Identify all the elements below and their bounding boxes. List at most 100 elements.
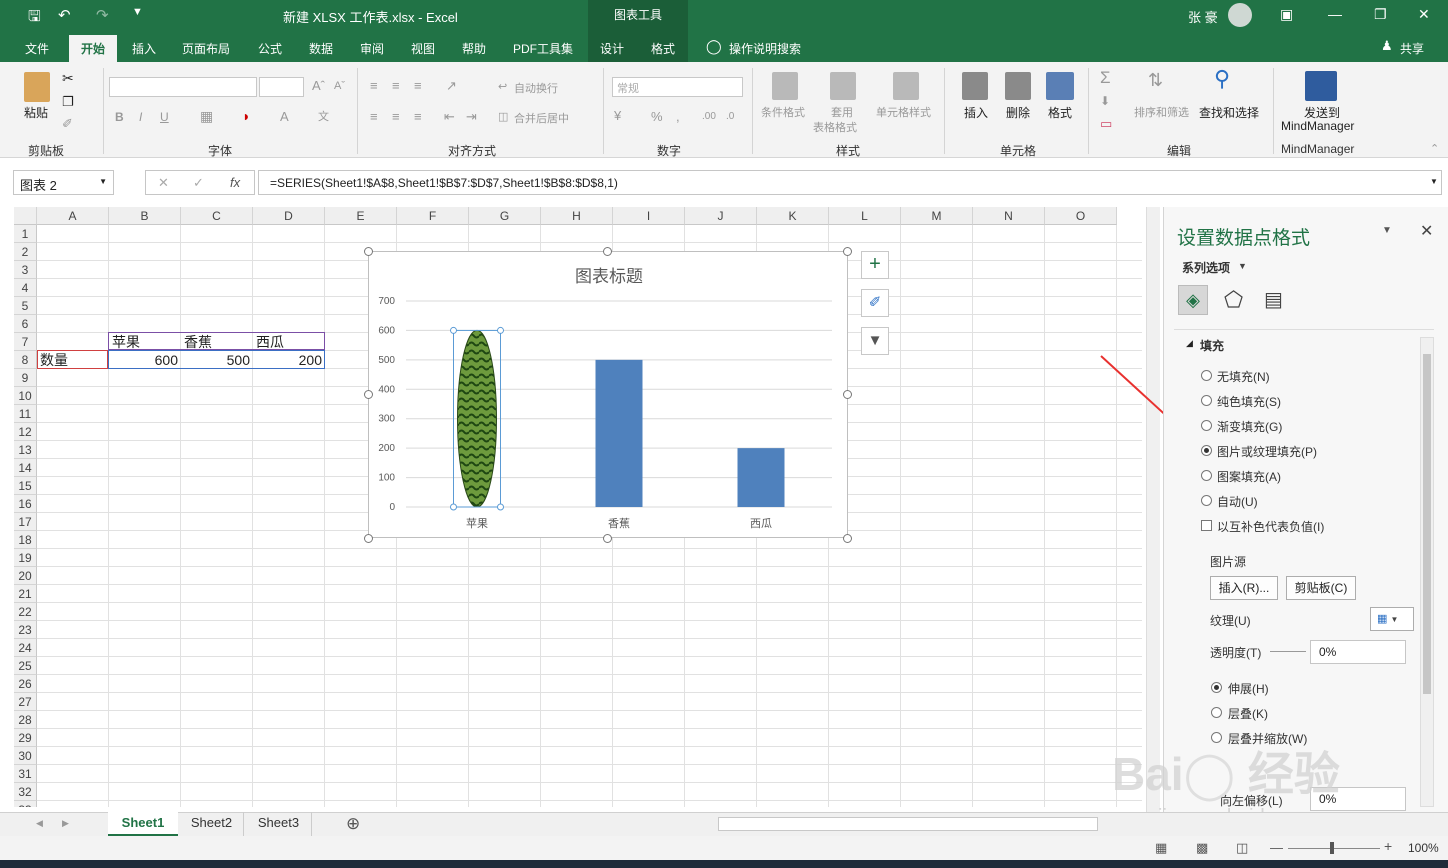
sort-filter-icon[interactable]: ⇅ [1148,70,1163,91]
row-header-14[interactable]: 14 [14,459,37,477]
row-header-12[interactable]: 12 [14,423,37,441]
cut-icon[interactable]: ✂ [62,70,74,87]
resize-handle[interactable] [843,247,852,256]
row-header-30[interactable]: 30 [14,747,37,765]
cell-styles-icon[interactable] [893,72,919,100]
row-header-33[interactable]: 33 [14,801,37,807]
format-cells-icon[interactable] [1046,72,1074,100]
send-to-mindmanager-line2[interactable]: MindManager [1281,119,1354,133]
row-header-19[interactable]: 19 [14,549,37,567]
decrease-indent-icon[interactable]: ⇤ [444,109,455,125]
autosum-icon[interactable]: Σ [1100,68,1111,88]
enter-icon[interactable]: ✓ [193,175,204,191]
row-header-27[interactable]: 27 [14,693,37,711]
tab-review[interactable]: 审阅 [360,40,384,57]
sheet-tab-sheet2[interactable]: Sheet2 [180,812,244,836]
font-color-icon[interactable]: A [280,109,289,124]
data-point-handle[interactable] [497,503,504,511]
paste-button[interactable]: 粘贴 [24,104,48,121]
horizontal-scrollbar[interactable] [718,817,1098,831]
row-header-29[interactable]: 29 [14,729,37,747]
resize-handle[interactable] [364,247,373,256]
fill-option-radio[interactable] [1201,395,1212,406]
conditional-format-button[interactable]: 条件格式 [761,104,805,120]
row-header-15[interactable]: 15 [14,477,37,495]
tab-insert[interactable]: 插入 [132,40,156,57]
find-select-icon[interactable]: ⚲ [1214,66,1230,92]
insert-cells-icon[interactable] [962,72,988,100]
row-header-3[interactable]: 3 [14,261,37,279]
column-header-h[interactable]: H [541,207,613,225]
column-header-g[interactable]: G [469,207,541,225]
column-header-n[interactable]: N [973,207,1045,225]
tab-view[interactable]: 视图 [411,40,435,57]
increase-indent-icon[interactable]: ⇥ [466,109,477,125]
row-header-23[interactable]: 23 [14,621,37,639]
redo-icon[interactable]: ↷ [96,6,109,24]
tab-home[interactable]: 开始 [69,35,118,62]
format-painter-icon[interactable]: ✐ [62,116,73,132]
cell-d7[interactable]: 西瓜 [256,333,284,351]
series-options-menu[interactable]: 系列选项 [1182,259,1230,276]
cell-b7[interactable]: 苹果 [112,333,140,351]
invert-checkbox[interactable] [1201,520,1212,531]
increase-decimal-icon[interactable]: .00 [702,111,716,122]
row-header-25[interactable]: 25 [14,657,37,675]
merge-center-button[interactable]: 合并后居中 [514,110,569,126]
fill-option-radio[interactable] [1201,470,1212,481]
undo-icon[interactable]: ↶ [58,6,71,24]
tab-pdf-tools[interactable]: PDF工具集 [513,40,573,57]
fill-option-radio[interactable] [1201,370,1212,381]
tab-formulas[interactable]: 公式 [258,40,282,57]
column-header-l[interactable]: L [829,207,901,225]
collapse-ribbon-icon[interactable]: ⌃ [1430,142,1439,155]
currency-icon[interactable]: ¥ [614,108,621,123]
percent-icon[interactable]: % [651,109,663,124]
tell-me-search[interactable]: 操作说明搜索 [729,40,801,57]
bar-apple-watermelon-fill[interactable] [457,329,497,508]
column-header-c[interactable]: C [181,207,253,225]
data-point-handle[interactable] [450,326,457,334]
chart-elements-icon[interactable]: + [861,251,889,279]
italic-icon[interactable]: I [139,110,142,124]
customize-quick-access-icon[interactable]: ▼ [132,6,143,18]
page-layout-view-icon[interactable]: ▩ [1196,840,1208,856]
row-header-9[interactable]: 9 [14,369,37,387]
fill-line-icon[interactable]: ◈ [1178,285,1208,315]
name-box[interactable]: 图表 2 ▼ [13,170,114,195]
merge-icon[interactable]: ◫ [498,110,508,123]
zoom-level[interactable]: 100% [1408,841,1439,855]
zoom-in-icon[interactable]: + [1384,838,1392,854]
border-icon[interactable]: ▦ [200,108,213,125]
fill-option-radio[interactable] [1201,495,1212,506]
conditional-format-icon[interactable] [772,72,798,100]
chart[interactable]: 图表标题 0 100 200 300 400 500 600 700 苹果 香蕉 西瓜 [368,251,848,538]
ribbon-display-options-icon[interactable]: ▣ [1280,6,1293,23]
series-options-chart-icon[interactable]: ▤ [1264,287,1283,312]
insert-cells-button[interactable]: 插入 [964,104,988,121]
resize-handle[interactable] [843,390,852,399]
cancel-icon[interactable]: ✕ [158,175,169,191]
sheet-tab-sheet1[interactable]: Sheet1 [108,812,178,836]
bar-2[interactable] [737,448,785,507]
fill-icon[interactable]: ⬇ [1100,94,1110,108]
zoom-slider[interactable] [1288,848,1380,849]
tab-format[interactable]: 格式 [651,40,675,57]
texture-picker[interactable]: ▦ ▼ [1370,607,1414,631]
sort-filter-button[interactable]: 排序和筛选 [1134,104,1189,120]
transparency-slider[interactable] [1270,651,1306,652]
sheet-tab-sheet3[interactable]: Sheet3 [246,812,312,836]
cell-b8[interactable]: 600 [108,351,178,369]
font-name-combo[interactable] [109,77,257,97]
row-header-4[interactable]: 4 [14,279,37,297]
pane-options-icon[interactable]: ▼ [1382,225,1392,236]
row-header-20[interactable]: 20 [14,567,37,585]
resize-handle[interactable] [843,534,852,543]
row-header-11[interactable]: 11 [14,405,37,423]
avatar[interactable] [1228,3,1252,27]
row-header-5[interactable]: 5 [14,297,37,315]
tab-help[interactable]: 帮助 [462,40,486,57]
minimize-icon[interactable]: — [1328,6,1342,22]
decrease-decimal-icon[interactable]: .0 [726,111,734,122]
column-header-i[interactable]: I [613,207,685,225]
